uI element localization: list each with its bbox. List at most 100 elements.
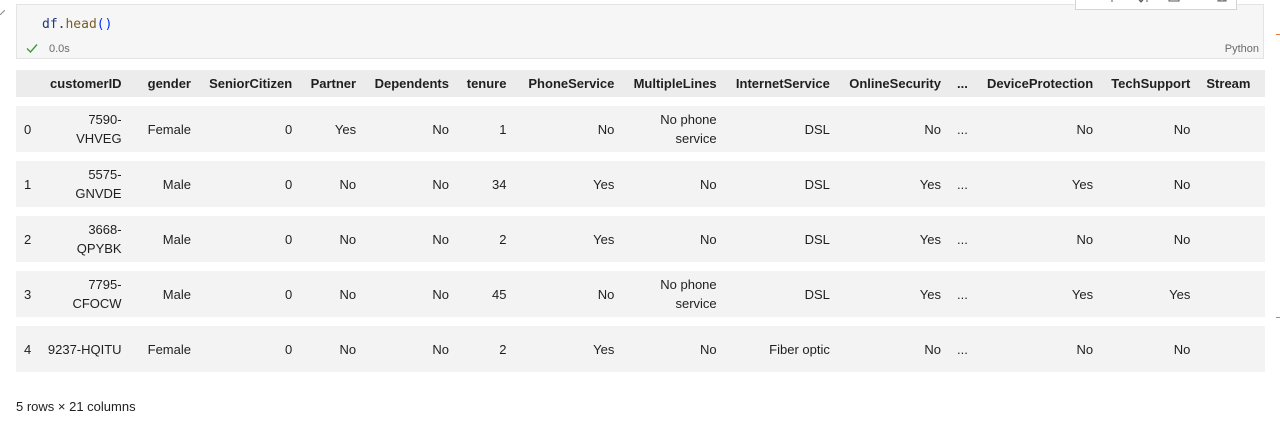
- table-cell: No phone service: [622, 106, 725, 152]
- table-header-row: customerID gender SeniorCitizen Partner …: [16, 70, 1265, 97]
- column-header: DeviceProtection: [975, 70, 1102, 97]
- table-cell: DSL: [724, 161, 838, 207]
- dataframe-table: customerID gender SeniorCitizen Partner …: [16, 70, 1265, 372]
- table-cell: Male: [129, 271, 199, 317]
- table-cell: No: [975, 216, 1102, 262]
- table-cell: [1198, 271, 1265, 317]
- table-row: 4 9237-HQITU Female 0 No No 2 Yes No Fib…: [16, 326, 1265, 372]
- table-cell: No: [300, 216, 365, 262]
- table-cell: 0: [198, 326, 301, 372]
- table-cell: Yes: [514, 326, 623, 372]
- table-cell: DSL: [724, 271, 838, 317]
- table-cell: ...: [948, 326, 976, 372]
- column-header: InternetService: [724, 70, 838, 97]
- table-cell: No: [1101, 216, 1199, 262]
- column-header: Dependents: [364, 70, 457, 97]
- table-cell: Yes: [300, 106, 365, 152]
- column-header: Stream: [1198, 70, 1265, 97]
- table-cell: 7590-VHVEG: [39, 106, 130, 152]
- table-cell: 2: [456, 216, 515, 262]
- column-header: OnlineSecurity: [837, 70, 949, 97]
- table-cell: No: [300, 271, 365, 317]
- row-index: 4: [16, 326, 40, 372]
- table-cell: No: [364, 106, 457, 152]
- table-cell: No: [364, 271, 457, 317]
- table-cell: Yes: [975, 161, 1102, 207]
- table-cell: DSL: [724, 106, 838, 152]
- table-cell: Female: [129, 326, 199, 372]
- table-cell: 7795-CFOCW: [39, 271, 130, 317]
- table-cell: No: [837, 106, 949, 152]
- margin-marker: [1276, 34, 1280, 35]
- table-cell: No: [514, 106, 623, 152]
- table-cell: No: [975, 326, 1102, 372]
- table-cell: 45: [456, 271, 515, 317]
- table-cell: Fiber optic: [724, 326, 838, 372]
- table-cell: Male: [129, 216, 199, 262]
- table-cell: No: [364, 326, 457, 372]
- table-cell: [1198, 106, 1265, 152]
- column-header: MultipleLines: [622, 70, 725, 97]
- table-cell: ...: [948, 161, 976, 207]
- table-cell: No: [364, 161, 457, 207]
- table-cell: [1198, 161, 1265, 207]
- table-cell: No: [300, 326, 365, 372]
- row-index: 2: [16, 216, 40, 262]
- column-header: Partner: [300, 70, 365, 97]
- table-cell: Male: [129, 161, 199, 207]
- table-cell: [1198, 326, 1265, 372]
- table-row: 1 5575-GNVDE Male 0 No No 34 Yes No DSL …: [16, 161, 1265, 207]
- table-cell: 5575-GNVDE: [39, 161, 130, 207]
- table-cell: No: [514, 271, 623, 317]
- table-cell: Yes: [837, 161, 949, 207]
- table-cell: Female: [129, 106, 199, 152]
- output-area: customerID gender SeniorCitizen Partner …: [0, 0, 1265, 434]
- margin-marker: [1276, 317, 1280, 318]
- column-header: gender: [129, 70, 199, 97]
- table-cell: Yes: [1101, 271, 1199, 317]
- table-cell: No: [364, 216, 457, 262]
- table-cell: [1198, 216, 1265, 262]
- table-cell: 1: [456, 106, 515, 152]
- table-cell: Yes: [837, 216, 949, 262]
- table-cell: Yes: [837, 271, 949, 317]
- table-row: 3 7795-CFOCW Male 0 No No 45 No No phone…: [16, 271, 1265, 317]
- table-cell: 0: [198, 271, 301, 317]
- table-cell: Yes: [514, 216, 623, 262]
- table-cell: ...: [948, 106, 976, 152]
- table-cell: Yes: [975, 271, 1102, 317]
- table-cell: 9237-HQITU: [39, 326, 130, 372]
- table-cell: No: [1101, 161, 1199, 207]
- notebook-page: df.head() 0.0s Python customerID gender …: [0, 0, 1280, 434]
- table-cell: No: [622, 161, 725, 207]
- table-cell: ...: [948, 271, 976, 317]
- table-cell: No phone service: [622, 271, 725, 317]
- column-header: [16, 70, 40, 97]
- row-index: 0: [16, 106, 40, 152]
- column-header: PhoneService: [514, 70, 623, 97]
- table-cell: No: [622, 326, 725, 372]
- table-cell: DSL: [724, 216, 838, 262]
- table-cell: No: [622, 216, 725, 262]
- column-header: customerID: [39, 70, 130, 97]
- table-cell: No: [837, 326, 949, 372]
- table-cell: No: [975, 106, 1102, 152]
- table-cell: No: [1101, 326, 1199, 372]
- column-header: tenure: [456, 70, 515, 97]
- dataframe-shape: 5 rows × 21 columns: [16, 399, 136, 414]
- table-cell: 0: [198, 106, 301, 152]
- column-header: SeniorCitizen: [198, 70, 301, 97]
- table-cell: No: [1101, 106, 1199, 152]
- table-row: 0 7590-VHVEG Female 0 Yes No 1 No No pho…: [16, 106, 1265, 152]
- table-row: 2 3668-QPYBK Male 0 No No 2 Yes No DSL Y…: [16, 216, 1265, 262]
- row-index: 3: [16, 271, 40, 317]
- table-cell: Yes: [514, 161, 623, 207]
- table-cell: No: [300, 161, 365, 207]
- table-cell: 3668-QPYBK: [39, 216, 130, 262]
- table-cell: 0: [198, 161, 301, 207]
- table-cell: 34: [456, 161, 515, 207]
- table-cell: ...: [948, 216, 976, 262]
- row-index: 1: [16, 161, 40, 207]
- table-cell: 2: [456, 326, 515, 372]
- table-cell: 0: [198, 216, 301, 262]
